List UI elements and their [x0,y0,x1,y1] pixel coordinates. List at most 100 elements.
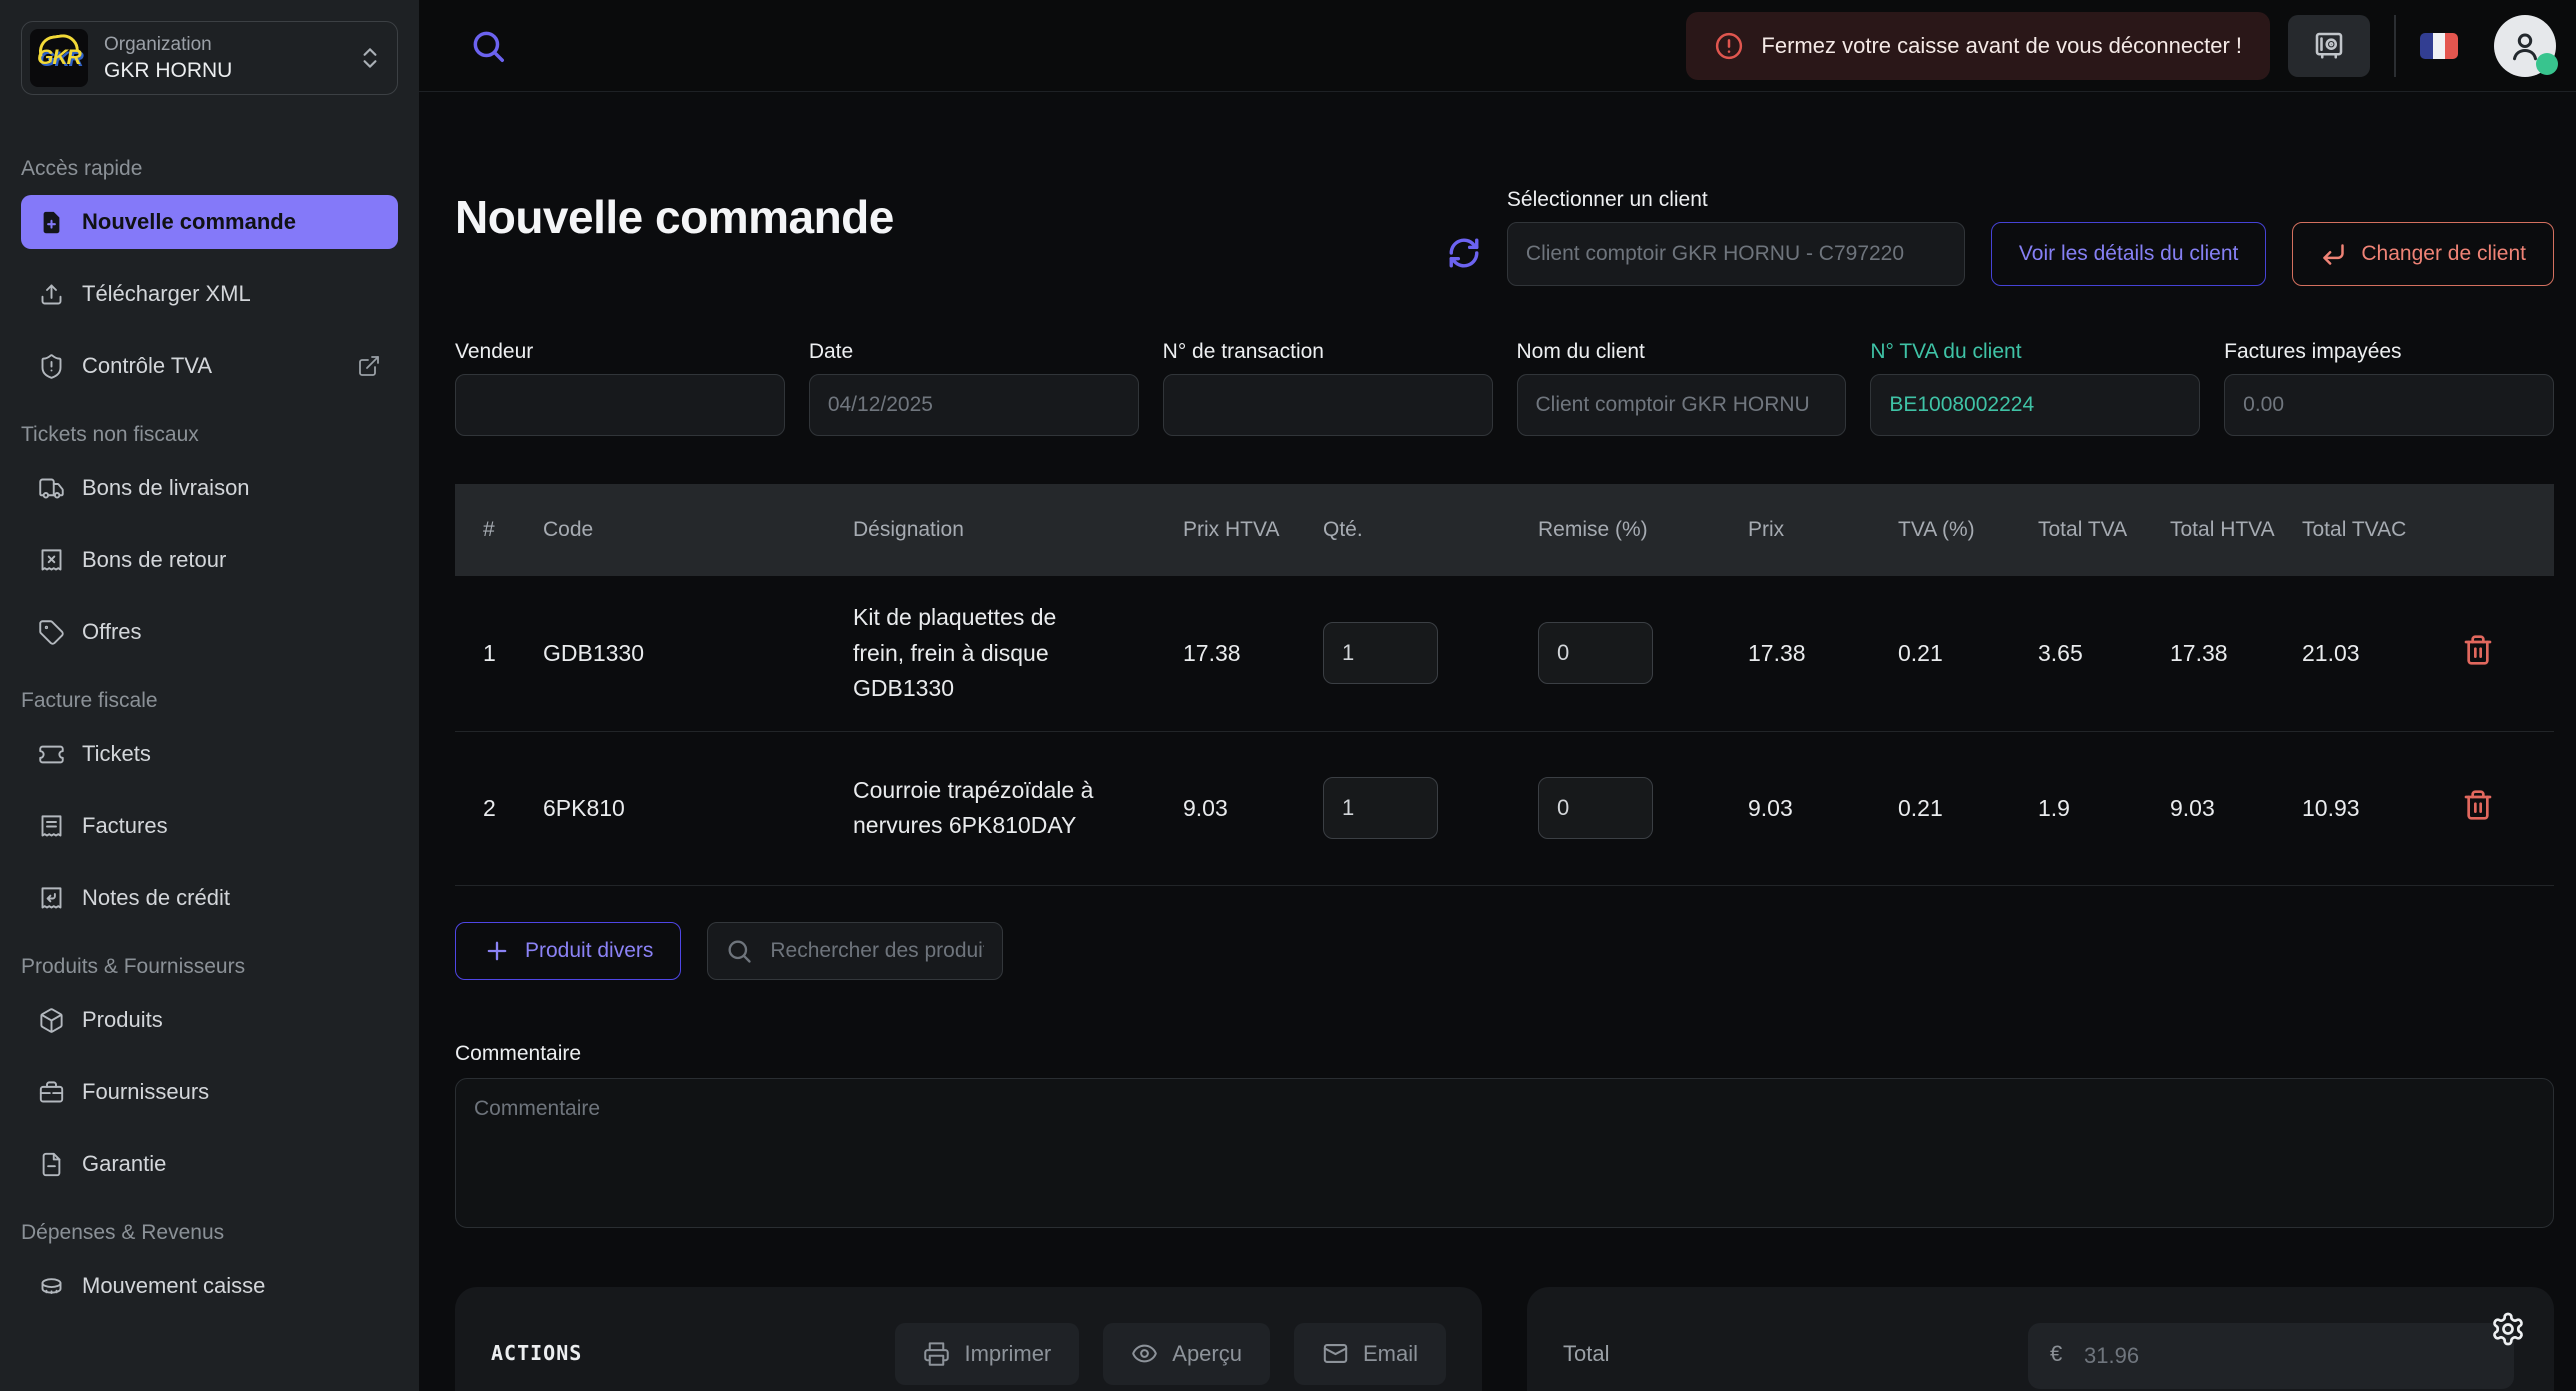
eye-icon [1131,1340,1158,1367]
qty-input[interactable] [1323,777,1438,839]
sidebar-item-notes-de-credit[interactable]: Notes de crédit [21,871,398,925]
trash-icon [2462,634,2494,666]
actions-panel: ACTIONS Imprimer Aperçu Email [455,1287,1482,1391]
main-area: Fermez votre caisse avant de vous déconn… [419,0,2576,1391]
sidebar-section-tickets-non-fiscaux: Tickets non fiscaux [21,423,398,447]
file-plus-icon [38,209,65,236]
total-settings-button[interactable] [2490,1311,2526,1350]
receipt-x-icon [38,547,65,574]
sidebar-section-depenses-revenus: Dépenses & Revenus [21,1221,398,1245]
date-input[interactable] [809,374,1139,436]
comment-label: Commentaire [455,1042,2554,1066]
client-tva-input[interactable] [1870,374,2200,436]
client-tva-label: N° TVA du client [1870,340,2200,364]
online-status-dot [2536,53,2558,75]
sidebar-item-factures[interactable]: Factures [21,799,398,853]
client-select-input[interactable] [1507,222,1965,286]
vendeur-label: Vendeur [455,340,785,364]
document-icon [38,1151,65,1178]
sidebar-item-produits[interactable]: Produits [21,993,398,1047]
col-tva: TVA (%) [1898,502,2038,558]
plus-icon [483,937,511,965]
truck-icon [38,475,65,502]
discount-input[interactable] [1538,622,1653,684]
safe-icon [2311,28,2347,64]
euro-symbol: € [2050,1341,2062,1367]
col-total-htva: Total HTVA [2170,502,2302,558]
table-row: 1 GDB1330 Kit de plaquettes de frein, fr… [455,576,2554,732]
french-flag-icon[interactable] [2420,33,2458,59]
col-prix-htva: Prix HTVA [1183,502,1323,558]
view-client-details-button[interactable]: Voir les détails du client [1991,222,2266,286]
page-content: Nouvelle commande Sélectionner un client… [419,92,2576,1391]
shield-alert-icon [38,353,65,380]
col-designation: Désignation [853,502,1183,558]
total-label: Total [1563,1341,1609,1367]
cash-register-warning-banner: Fermez votre caisse avant de vous déconn… [1686,12,2270,80]
client-name-label: Nom du client [1517,340,1847,364]
sidebar-item-offres[interactable]: Offres [21,605,398,659]
total-input[interactable] [2028,1323,2514,1389]
col-qte: Qté. [1323,502,1538,558]
col-num: # [455,502,543,558]
order-info-fields: Vendeur Date N° de transaction Nom du cl… [455,340,2554,436]
total-panel: Total € [1527,1287,2554,1391]
vendeur-input[interactable] [455,374,785,436]
select-client-label: Sélectionner un client [1507,188,1965,212]
sidebar-item-bons-de-livraison[interactable]: Bons de livraison [21,461,398,515]
receipt-icon [38,813,65,840]
unpaid-invoices-input[interactable] [2224,374,2554,436]
external-link-icon [357,354,381,378]
sidebar-item-controle-tva[interactable]: Contrôle TVA [21,339,398,393]
search-icon[interactable] [469,27,507,65]
col-remise: Remise (%) [1538,502,1748,558]
change-client-button[interactable]: Changer de client [2292,222,2554,286]
refresh-icon[interactable] [1447,236,1481,270]
alert-circle-icon [1714,31,1744,61]
gear-icon [2490,1311,2526,1347]
col-code: Code [543,502,853,558]
actions-title: ACTIONS [491,1341,582,1365]
add-misc-product-button[interactable]: Produit divers [455,922,681,980]
sidebar-item-mouvement-caisse[interactable]: Mouvement caisse [21,1259,398,1313]
user-avatar[interactable] [2494,15,2556,77]
qty-input[interactable] [1323,622,1438,684]
email-button[interactable]: Email [1294,1323,1446,1385]
sidebar-item-fournisseurs[interactable]: Fournisseurs [21,1065,398,1119]
sidebar-item-nouvelle-commande[interactable]: Nouvelle commande [21,195,398,249]
sidebar-item-tickets[interactable]: Tickets [21,727,398,781]
page-title: Nouvelle commande [455,190,894,244]
search-icon [725,937,753,965]
table-row: 2 6PK810 Courroie trapézoïdale à nervure… [455,732,2554,886]
date-label: Date [809,340,1139,364]
app-root: GKR Organization GKR HORNU Accès rapide … [0,0,2576,1391]
discount-input[interactable] [1538,777,1653,839]
sidebar-item-telecharger-xml[interactable]: Télécharger XML [21,267,398,321]
tag-icon [38,619,65,646]
briefcase-icon [38,1079,65,1106]
receipt-return-icon [38,885,65,912]
sidebar-item-bons-de-retour[interactable]: Bons de retour [21,533,398,587]
unpaid-invoices-label: Factures impayées [2224,340,2554,364]
client-name-input[interactable] [1517,374,1847,436]
warning-text: Fermez votre caisse avant de vous déconn… [1761,33,2242,59]
cash-register-button[interactable] [2288,15,2370,77]
sidebar-section-facture-fiscale: Facture fiscale [21,689,398,713]
order-items-table: # Code Désignation Prix HTVA Qté. Remise… [455,484,2554,886]
delete-row-button[interactable] [2462,634,2494,669]
corner-down-left-icon [2320,241,2347,268]
print-button[interactable]: Imprimer [895,1323,1079,1385]
transaction-label: N° de transaction [1163,340,1493,364]
col-total-tva: Total TVA [2038,502,2170,558]
sidebar-section-acces-rapide: Accès rapide [21,157,398,181]
trash-icon [2462,789,2494,821]
comment-textarea[interactable] [455,1078,2554,1228]
transaction-input[interactable] [1163,374,1493,436]
preview-button[interactable]: Aperçu [1103,1323,1270,1385]
sidebar-item-garantie[interactable]: Garantie [21,1137,398,1191]
topbar-divider [2394,15,2396,77]
organization-selector[interactable]: GKR Organization GKR HORNU [21,21,398,95]
col-actions [2462,516,2554,544]
delete-row-button[interactable] [2462,789,2494,824]
col-total-tvac: Total TVAC [2302,502,2462,558]
